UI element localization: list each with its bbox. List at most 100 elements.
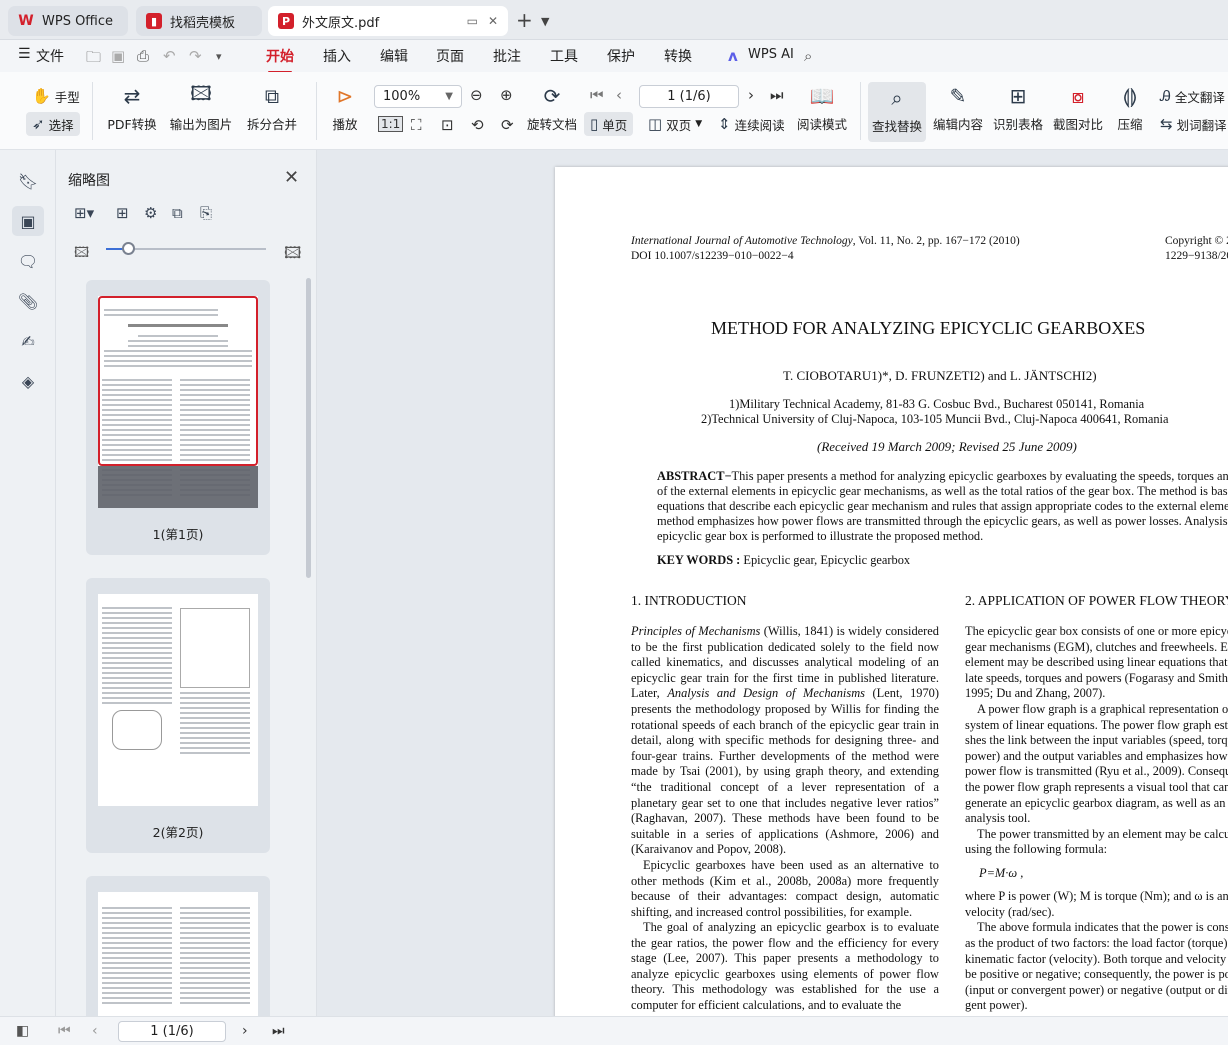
copy-page-icon[interactable]: ⧉ bbox=[172, 204, 183, 222]
double-page-button[interactable]: ◫ 双页 ▼ bbox=[642, 112, 708, 136]
extract-page-icon[interactable]: ⎘ bbox=[200, 204, 212, 222]
next-page-icon[interactable]: › bbox=[242, 1023, 248, 1039]
edit-content-button[interactable]: ✎ 编辑内容 bbox=[930, 82, 986, 133]
menu-edit[interactable]: 编辑 bbox=[380, 46, 408, 66]
insert-page-icon[interactable]: ⊞ bbox=[116, 204, 129, 222]
tab-wps-office[interactable]: W WPS Office bbox=[8, 6, 128, 36]
next-page-icon[interactable]: › bbox=[748, 86, 754, 104]
last-page-icon[interactable]: ⏭ bbox=[272, 1023, 285, 1039]
prev-page-icon[interactable]: ‹ bbox=[616, 86, 622, 104]
zoom-select[interactable]: 100% ▼ bbox=[374, 85, 462, 108]
large-thumbnail-icon[interactable]: 🖾︎ bbox=[284, 242, 301, 269]
page-number-input[interactable]: 1 (1/6) bbox=[639, 85, 739, 108]
abstract-line-5: epicyclic gear box is performed to illus… bbox=[657, 529, 984, 543]
bookmark-icon[interactable]: 🔖︎ bbox=[12, 166, 44, 196]
tab-pdf-document[interactable]: P 外文原文.pdf ▭ ✕ bbox=[268, 6, 508, 36]
section-2-line: power) and the output variables and emph… bbox=[965, 749, 1228, 763]
section-2-line: (input or convergent power) or negative … bbox=[965, 983, 1228, 997]
menu-home[interactable]: 开始 bbox=[266, 46, 294, 73]
continuous-read-button[interactable]: ⇕ 连续阅读 bbox=[712, 112, 791, 136]
menu-tools[interactable]: 工具 bbox=[550, 46, 578, 66]
prev-page-icon[interactable]: ‹ bbox=[92, 1023, 98, 1039]
hamburger-icon[interactable]: ☰ bbox=[18, 46, 31, 62]
undo-icon[interactable]: ↶ bbox=[163, 47, 176, 65]
compress-button[interactable]: ⟬⟭ 压缩 bbox=[1112, 82, 1148, 133]
export-image-button[interactable]: 🖾 输出为图片 bbox=[168, 81, 234, 133]
wps-ai-icon[interactable]: ʌ bbox=[728, 47, 738, 65]
full-translate-button[interactable]: Ꭿ 全文翻译 bbox=[1154, 84, 1225, 108]
pdf-convert-button[interactable]: ⇄ PDF转换 bbox=[102, 82, 162, 133]
open-folder-icon[interactable]: 🗀 bbox=[86, 47, 101, 72]
screenshot-compare-button[interactable]: ⧇ 截图对比 bbox=[1050, 82, 1106, 133]
new-tab-icon[interactable]: + bbox=[516, 8, 533, 32]
slider-knob[interactable] bbox=[122, 242, 135, 255]
close-icon[interactable]: ✕ bbox=[284, 167, 299, 188]
play-button[interactable]: ⊳ 播放 bbox=[326, 82, 364, 133]
zoom-out-icon[interactable]: ⊖ bbox=[470, 86, 483, 104]
thumbnail-page-2[interactable]: 2(第2页) bbox=[86, 578, 270, 853]
fit-page-icon[interactable]: ⛶ bbox=[411, 116, 422, 134]
split-merge-button[interactable]: ⧉ 拆分合并 bbox=[240, 82, 304, 133]
menu-protect[interactable]: 保护 bbox=[607, 46, 635, 66]
tab-docer[interactable]: ▮ 找稻壳模板 bbox=[136, 6, 262, 36]
doi: DOI 10.1007/s12239−010−0022−4 bbox=[631, 250, 794, 262]
quick-access-more-icon[interactable]: ▾ bbox=[216, 50, 222, 63]
rotate-document-icon: ⟳ bbox=[543, 84, 561, 108]
rotate-document-button[interactable]: ⟳ 旋转文档 bbox=[526, 82, 578, 133]
document-viewer[interactable]: International Journal of Automotive Tech… bbox=[317, 150, 1228, 1016]
journal-header: International Journal of Automotive Tech… bbox=[631, 234, 1020, 250]
chevron-down-icon[interactable]: ▼ bbox=[541, 15, 549, 28]
last-page-icon[interactable]: ⏭ bbox=[770, 86, 784, 104]
menu-insert[interactable]: 插入 bbox=[323, 46, 351, 66]
window-restore-icon[interactable]: ▭ bbox=[467, 14, 478, 28]
menu-file[interactable]: 文件 bbox=[36, 46, 64, 66]
signature-icon[interactable]: ✍︎ bbox=[12, 326, 44, 356]
double-page-icon: ◫ bbox=[648, 115, 663, 133]
grid-view-icon[interactable]: ⊞▾ bbox=[74, 204, 94, 222]
thumbnail-page-1[interactable]: 1(第1页) bbox=[86, 280, 270, 555]
actual-size-icon[interactable]: 1:1 bbox=[378, 116, 404, 132]
menu-convert[interactable]: 转换 bbox=[664, 46, 692, 66]
zoom-in-icon[interactable]: ⊕ bbox=[500, 86, 513, 104]
find-replace-button[interactable]: ⌕ 查找替换 bbox=[868, 82, 926, 142]
status-page-input[interactable]: 1 (1/6) bbox=[118, 1021, 226, 1042]
thumbnail-scrollbar[interactable] bbox=[306, 278, 311, 578]
menu-page[interactable]: 页面 bbox=[436, 46, 464, 66]
redo-icon[interactable]: ↷ bbox=[189, 47, 202, 65]
thumbnail-panel-title: 缩略图 bbox=[68, 173, 110, 189]
section-2-line: element may be described using linear eq… bbox=[965, 655, 1228, 669]
word-translate-button[interactable]: ⇆ 划词翻译 bbox=[1154, 112, 1227, 136]
save-icon[interactable]: ▣ bbox=[111, 47, 125, 65]
first-page-icon[interactable]: ⏮ bbox=[590, 86, 604, 104]
search-icon[interactable]: ⌕ bbox=[804, 47, 812, 65]
toggle-sidebar-icon[interactable]: ◧ bbox=[16, 1023, 29, 1039]
layers-icon[interactable]: ◈ bbox=[12, 366, 44, 396]
thumbnail-size-slider[interactable] bbox=[106, 242, 266, 255]
rotate-right-icon[interactable]: ⟳ bbox=[501, 116, 514, 134]
select-tool-button[interactable]: ➶ 选择 bbox=[26, 112, 80, 136]
section-2-title: 2. APPLICATION OF POWER FLOW THEORY bbox=[965, 593, 1228, 608]
page-number-value: 1 (1/6) bbox=[667, 89, 711, 104]
section-2-line: kinematic factor (velocity). Both torque… bbox=[965, 952, 1228, 966]
thumbnail-icon[interactable]: ▣ bbox=[12, 206, 44, 236]
hand-tool-button[interactable]: ✋ 手型 bbox=[26, 84, 86, 108]
rotate-left-icon[interactable]: ⟲ bbox=[471, 116, 484, 134]
single-page-button[interactable]: ▯ 单页 bbox=[584, 112, 634, 136]
menu-wps-ai[interactable]: WPS AI bbox=[748, 47, 794, 62]
page-settings-icon[interactable]: ⚙ bbox=[144, 204, 157, 222]
comment-icon[interactable]: 🗨︎ bbox=[12, 246, 44, 276]
recognize-table-button[interactable]: ⊞ 识别表格 bbox=[990, 82, 1046, 133]
menu-annotate[interactable]: 批注 bbox=[493, 46, 521, 66]
compress-label: 压缩 bbox=[1117, 117, 1143, 132]
thumbnail-page-3[interactable] bbox=[86, 876, 270, 1026]
section-2-line: system of linear equations. The power fl… bbox=[965, 718, 1228, 732]
compress-icon: ⟬⟭ bbox=[1122, 84, 1138, 108]
first-page-icon[interactable]: ⏮ bbox=[58, 1023, 71, 1039]
close-tab-icon[interactable]: ✕ bbox=[488, 14, 498, 28]
small-thumbnail-icon[interactable]: 🖾︎ bbox=[74, 242, 89, 266]
attachment-icon[interactable]: 📎︎ bbox=[12, 286, 44, 316]
section-2-line: gent power). bbox=[965, 998, 1028, 1012]
fit-width-icon[interactable]: ⊡ bbox=[441, 116, 454, 134]
read-mode-button[interactable]: 📖 阅读模式 bbox=[794, 82, 850, 133]
print-icon[interactable]: ⎙ bbox=[137, 47, 149, 65]
